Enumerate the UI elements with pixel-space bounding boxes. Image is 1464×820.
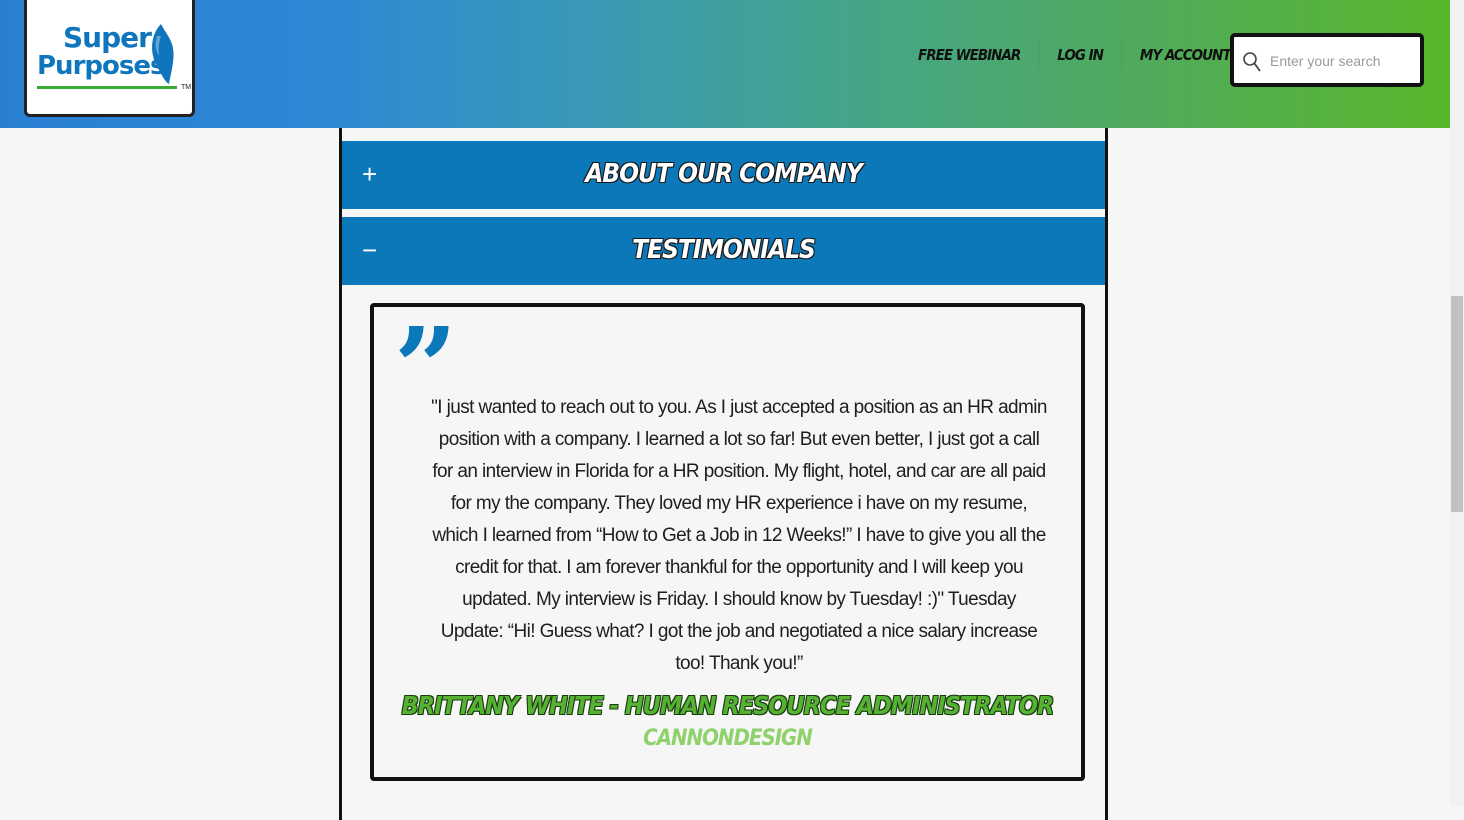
logo-underline bbox=[37, 86, 177, 89]
logo-swoosh-icon bbox=[152, 24, 174, 84]
testimonial-author: BRITTANY WHITE - HUMAN RESOURCE ADMINIST… bbox=[401, 691, 1055, 720]
accordion-title: TESTIMONIALS bbox=[632, 235, 816, 265]
search-input[interactable] bbox=[1268, 47, 1422, 75]
accordion-testimonials[interactable]: − TESTIMONIALS bbox=[342, 217, 1105, 285]
testimonial-card: ” "I just wanted to reach out to you. As… bbox=[370, 303, 1085, 781]
accordion-title: ABOUT OUR COMPANY bbox=[585, 159, 863, 189]
nav-free-webinar[interactable]: FREE WEBINAR bbox=[900, 40, 1040, 70]
testimonial-text: "I just wanted to reach out to you. As I… bbox=[431, 397, 1047, 674]
content-panel: + ABOUT OUR COMPANY − TESTIMONIALS ” "I … bbox=[339, 120, 1108, 820]
accordion-about-our-company[interactable]: + ABOUT OUR COMPANY bbox=[342, 141, 1105, 209]
search-icon[interactable] bbox=[1242, 51, 1262, 73]
nav-log-in[interactable]: LOG IN bbox=[1039, 40, 1122, 70]
search-box[interactable] bbox=[1230, 33, 1424, 87]
scrollbar-thumb[interactable] bbox=[1451, 296, 1463, 512]
testimonial-company: CANNONDESIGN bbox=[643, 726, 813, 751]
main-nav: FREE WEBINAR LOG IN MY ACCOUNT bbox=[900, 40, 1249, 70]
logo-trademark: TM bbox=[181, 84, 192, 91]
site-logo[interactable]: Super Purposes TM bbox=[24, 0, 195, 117]
site-header: Super Purposes TM FREE WEBINAR LOG IN MY… bbox=[0, 0, 1450, 128]
page-scrollbar[interactable] bbox=[1450, 0, 1464, 806]
